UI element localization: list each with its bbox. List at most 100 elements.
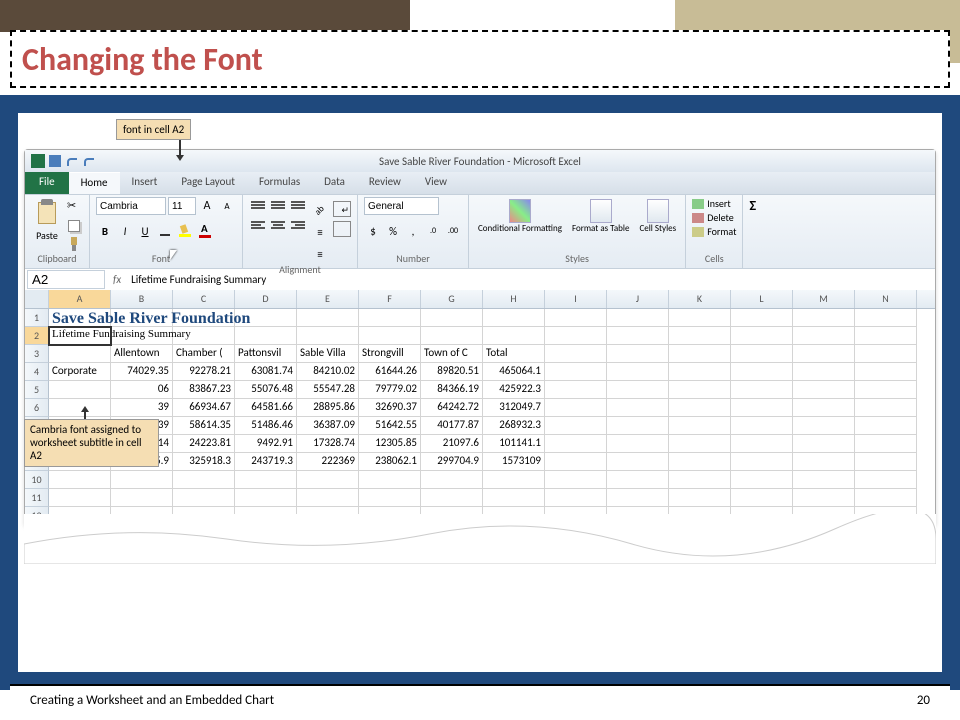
tab-file[interactable]: File bbox=[25, 172, 69, 194]
col-header-j[interactable]: J bbox=[607, 290, 669, 308]
italic-button[interactable]: I bbox=[116, 222, 134, 240]
fx-label[interactable]: fx bbox=[113, 273, 121, 286]
row-header-11[interactable]: 11 bbox=[25, 489, 49, 507]
tab-formulas[interactable]: Formulas bbox=[247, 172, 312, 194]
save-icon[interactable] bbox=[48, 154, 62, 168]
excel-screenshot: font in cell A2 Save Sable River Foundat… bbox=[24, 119, 936, 564]
font-color-button[interactable] bbox=[196, 222, 214, 240]
cell-styles-icon bbox=[647, 199, 669, 223]
insert-icon bbox=[692, 199, 704, 209]
row-header-3[interactable]: 3 bbox=[25, 345, 49, 363]
align-middle-button[interactable] bbox=[269, 197, 287, 215]
align-center-button[interactable] bbox=[269, 217, 287, 235]
wrap-text-button[interactable] bbox=[333, 201, 351, 217]
align-left-button[interactable] bbox=[249, 217, 267, 235]
column-headers: A B C D E F G H I J K L M N bbox=[25, 290, 935, 309]
number-format-select[interactable] bbox=[364, 197, 439, 215]
tab-review[interactable]: Review bbox=[357, 172, 413, 194]
col-header-h[interactable]: H bbox=[483, 290, 545, 308]
paste-icon bbox=[35, 199, 59, 227]
orientation-button[interactable]: ab bbox=[311, 201, 329, 219]
redo-icon[interactable] bbox=[82, 154, 96, 168]
col-header-k[interactable]: K bbox=[669, 290, 731, 308]
quick-access-toolbar bbox=[25, 154, 96, 168]
grow-font-button[interactable]: A bbox=[198, 197, 216, 215]
undo-icon[interactable] bbox=[65, 154, 79, 168]
row-header-6[interactable]: 6 bbox=[25, 399, 49, 417]
col-header-c[interactable]: C bbox=[173, 290, 235, 308]
align-top-button[interactable] bbox=[249, 197, 267, 215]
decor-brown bbox=[0, 0, 410, 32]
format-as-table-button[interactable]: Format as Table bbox=[569, 197, 633, 236]
tab-insert[interactable]: Insert bbox=[120, 172, 170, 194]
col-header-g[interactable]: G bbox=[421, 290, 483, 308]
group-clipboard: Paste Clipboard bbox=[25, 195, 90, 268]
row-1: 1 Save Sable River Foundation bbox=[25, 309, 935, 327]
col-header-m[interactable]: M bbox=[793, 290, 855, 308]
col-header-d[interactable]: D bbox=[235, 290, 297, 308]
col-header-a[interactable]: A bbox=[49, 290, 111, 308]
align-bottom-button[interactable] bbox=[289, 197, 307, 215]
col-header-l[interactable]: L bbox=[731, 290, 793, 308]
format-painter-icon[interactable] bbox=[67, 237, 83, 251]
window-title: Save Sable River Foundation - Microsoft … bbox=[379, 155, 581, 168]
shrink-font-button[interactable]: A bbox=[218, 197, 236, 215]
col-header-f[interactable]: F bbox=[359, 290, 421, 308]
fill-color-button[interactable] bbox=[176, 222, 194, 240]
indent-dec-button[interactable]: ≡ bbox=[311, 223, 329, 241]
merge-center-button[interactable] bbox=[333, 221, 351, 237]
cut-icon[interactable] bbox=[67, 201, 83, 215]
row-header-5[interactable]: 5 bbox=[25, 381, 49, 399]
percent-button[interactable]: % bbox=[384, 222, 402, 240]
format-cells-button[interactable]: Format bbox=[692, 225, 736, 238]
insert-cells-button[interactable]: Insert bbox=[692, 197, 736, 210]
font-size-select[interactable] bbox=[168, 197, 196, 215]
cell-a1[interactable]: Save Sable River Foundation bbox=[49, 309, 111, 327]
group-editing: Σ bbox=[743, 195, 762, 268]
col-header-i[interactable]: I bbox=[545, 290, 607, 308]
tab-data[interactable]: Data bbox=[312, 172, 357, 194]
conditional-formatting-button[interactable]: Conditional Formatting bbox=[475, 197, 565, 236]
align-right-button[interactable] bbox=[289, 217, 307, 235]
row-header-2[interactable]: 2 bbox=[25, 327, 49, 345]
indent-inc-button[interactable]: ≡ bbox=[311, 245, 329, 263]
bold-button[interactable]: B bbox=[96, 222, 114, 240]
paste-button[interactable]: Paste bbox=[31, 197, 63, 244]
decrease-decimal-button[interactable]: .00 bbox=[444, 222, 462, 240]
slide-title: Changing the Font bbox=[22, 40, 263, 79]
select-all-corner[interactable] bbox=[25, 290, 49, 308]
group-alignment: ab ≡ ≡ Alignment bbox=[243, 195, 358, 268]
title-box: Changing the Font bbox=[10, 30, 950, 88]
row-header-1[interactable]: 1 bbox=[25, 309, 49, 327]
mouse-cursor-icon bbox=[170, 250, 180, 262]
row-11: 11 bbox=[25, 489, 935, 507]
row-header-10[interactable]: 10 bbox=[25, 471, 49, 489]
tab-view[interactable]: View bbox=[413, 172, 459, 194]
name-box[interactable] bbox=[27, 270, 105, 289]
tab-page-layout[interactable]: Page Layout bbox=[169, 172, 247, 194]
footer-text: Creating a Worksheet and an Embedded Cha… bbox=[30, 693, 274, 708]
row-6: 6 39 66934.67 64581.66 28895.86 32690.37… bbox=[25, 399, 935, 417]
worksheet-grid[interactable]: A B C D E F G H I J K L M N bbox=[25, 290, 935, 525]
font-name-select[interactable] bbox=[96, 197, 166, 215]
border-button[interactable] bbox=[156, 222, 174, 240]
tab-home[interactable]: Home bbox=[69, 172, 120, 194]
col-header-b[interactable]: B bbox=[111, 290, 173, 308]
col-header-n[interactable]: N bbox=[855, 290, 917, 308]
cell-styles-button[interactable]: Cell Styles bbox=[636, 197, 679, 236]
format-icon bbox=[692, 227, 704, 237]
content-area: font in cell A2 Save Sable River Foundat… bbox=[0, 95, 960, 690]
col-header-e[interactable]: E bbox=[297, 290, 359, 308]
formula-bar: fx Lifetime Fundraising Summary bbox=[25, 268, 935, 290]
torn-edge-decor bbox=[24, 514, 936, 564]
autosum-button[interactable]: Σ bbox=[749, 197, 756, 214]
increase-decimal-button[interactable]: .0 bbox=[424, 222, 442, 240]
currency-button[interactable]: $ bbox=[364, 222, 382, 240]
underline-button[interactable]: U bbox=[136, 222, 154, 240]
cell-a2[interactable]: Lifetime Fundraising Summary bbox=[49, 327, 111, 345]
group-font: A A B I U Font bbox=[90, 195, 243, 268]
delete-cells-button[interactable]: Delete bbox=[692, 211, 736, 224]
copy-icon[interactable] bbox=[67, 219, 83, 233]
comma-button[interactable]: , bbox=[404, 222, 422, 240]
row-header-4[interactable]: 4 bbox=[25, 363, 49, 381]
